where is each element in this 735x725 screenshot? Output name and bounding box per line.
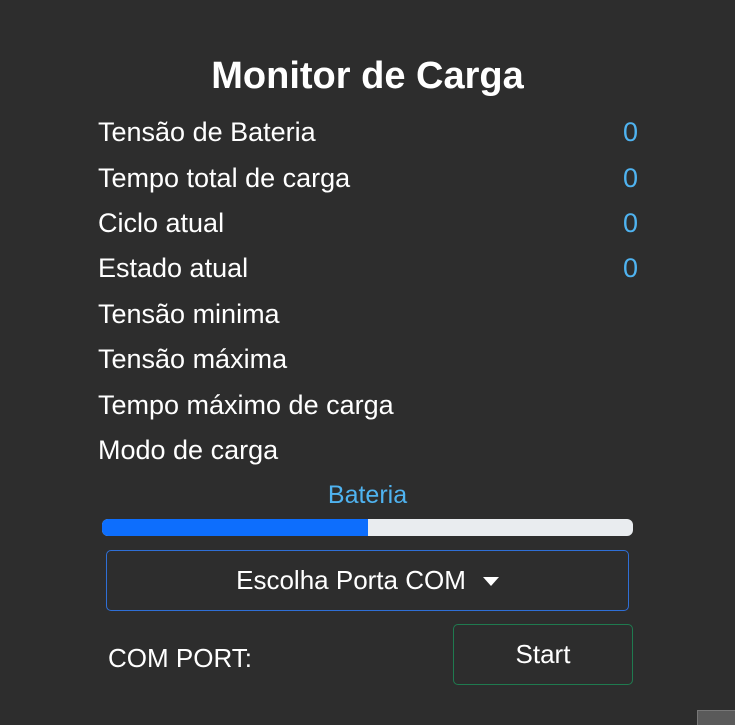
caret-down-icon [482, 577, 499, 586]
row-max-charge-time: Tempo máximo de carga [98, 385, 638, 425]
battery-progress-bar [102, 519, 633, 536]
dropdown-label: Escolha Porta COM [236, 565, 466, 595]
row-value: 0 [622, 207, 638, 238]
row-label: Tensão de Bateria [98, 116, 316, 147]
row-current-state: Estado atual 0 [98, 248, 638, 288]
row-total-charge-time: Tempo total de carga 0 [98, 158, 638, 198]
row-label: Estado atual [98, 252, 249, 283]
row-value: 0 [622, 252, 638, 283]
battery-label: Bateria [327, 481, 408, 509]
row-label: Tensão máxima [98, 343, 288, 374]
row-charge-mode: Modo de carga [98, 430, 638, 470]
battery-progress-fill [102, 519, 368, 536]
row-battery-voltage: Tensão de Bateria 0 [98, 112, 638, 152]
window-resize-handle[interactable] [697, 710, 735, 725]
row-current-cycle: Ciclo atual 0 [98, 203, 638, 243]
monitor-app: Monitor de Carga Tensão de Bateria 0 Tem… [0, 0, 735, 725]
row-min-voltage: Tensão minima [98, 294, 638, 334]
row-label: Tensão minima [98, 298, 280, 329]
row-max-voltage: Tensão máxima [98, 339, 638, 379]
row-label: Modo de carga [98, 434, 279, 465]
com-port-dropdown[interactable]: Escolha Porta COM [106, 550, 629, 611]
row-label: Tempo total de carga [98, 162, 351, 193]
page-title: Monitor de Carga [211, 55, 524, 97]
row-label: Tempo máximo de carga [98, 389, 394, 420]
row-value: 0 [622, 116, 638, 147]
start-button[interactable]: Start [453, 624, 633, 685]
com-port-label-text: COM PORT: [108, 643, 252, 673]
row-label: Ciclo atual [98, 207, 225, 238]
com-port-label: COM PORT: [108, 638, 252, 678]
row-value: 0 [622, 162, 638, 193]
